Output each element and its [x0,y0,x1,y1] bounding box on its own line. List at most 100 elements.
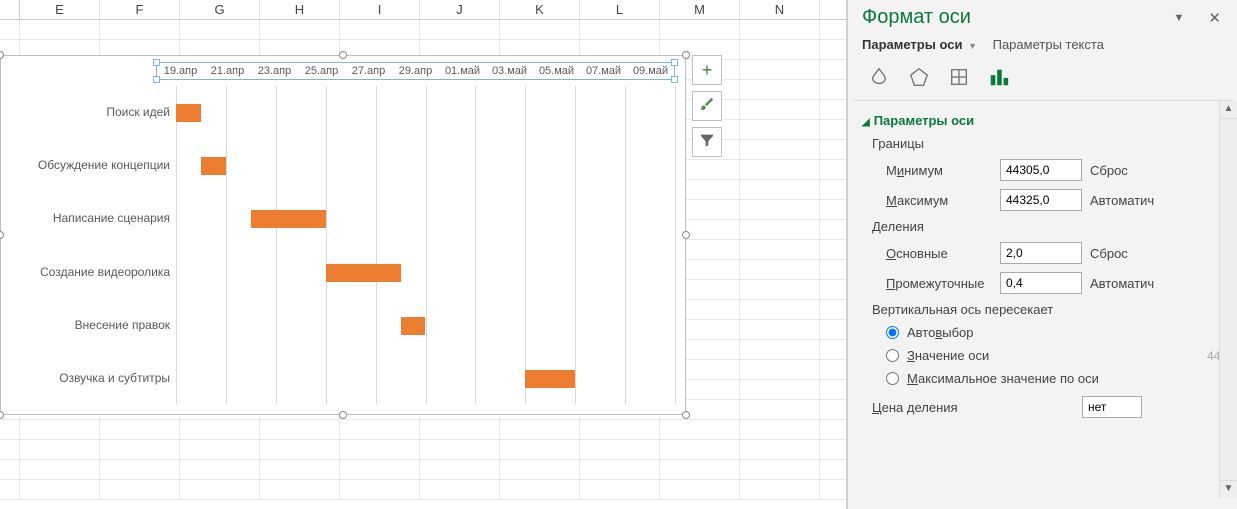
chart-object[interactable]: 19.апр 21.апр 23.апр 25.апр 27.апр 29.ап… [0,55,686,415]
resize-handle[interactable] [339,411,347,419]
chart-bar[interactable] [176,104,201,122]
col-header[interactable]: F [100,0,180,19]
col-header[interactable]: E [20,0,100,19]
col-header[interactable]: J [420,0,500,19]
x-tick-label: 29.апр [392,63,439,79]
chart-filters-button[interactable] [692,127,722,157]
chart-bar[interactable] [401,317,426,335]
radio-cross-auto[interactable] [886,326,899,339]
y-category-label: Озвучка и субтитры [0,371,170,385]
chart-gridline [675,86,676,404]
y-category-label: Написание сценария [0,211,170,225]
spreadsheet-area: ◄ ► E F G H I J K L M N [0,0,847,509]
radio-cross-max[interactable] [886,372,899,385]
input-maximum[interactable] [1000,189,1082,211]
section-axis-options[interactable]: ◢Параметры оси [862,109,1231,132]
axis-sel-handle[interactable] [153,76,160,83]
chart-gridline [276,86,277,404]
chevron-down-icon: ▼ [968,41,977,51]
x-tick-label: 21.апр [204,63,251,79]
radio-cross-value[interactable] [886,349,899,362]
chart-gridline [625,86,626,404]
panel-scrollbar[interactable]: ▲ ▼ [1219,101,1237,498]
column-headers: E F G H I J K L M N [0,0,846,20]
close-icon[interactable]: ✕ [1204,9,1225,27]
label-cross-value: Значение оси [907,348,989,363]
format-axis-panel: Формат оси ▼ ✕ Параметры оси ▼ Параметры… [847,0,1237,509]
tab-text-options[interactable]: Параметры текста [993,37,1104,52]
x-tick-label: 27.апр [345,63,392,79]
group-cross: Вертикальная ось пересекает [862,298,1231,321]
label-cross-max: Максимальное значение по оси [907,371,1099,386]
chart-gridline [326,86,327,404]
y-category-label: Создание видеоролика [0,265,170,279]
effects-icon[interactable] [906,64,932,90]
label-minimum: Минимум [886,163,1000,178]
chart-gridline [426,86,427,404]
x-tick-label: 09.май [627,63,674,79]
axis-sel-handle[interactable] [153,59,160,66]
axis-options-icon[interactable] [986,64,1012,90]
y-category-label: Поиск идей [0,105,170,119]
chart-gridline [176,86,177,404]
state-major[interactable]: Сброс [1090,246,1128,261]
label-cross-auto: Автовыбор [907,325,974,340]
col-header[interactable]: N [740,0,820,19]
x-tick-label: 03.май [486,63,533,79]
input-display-units[interactable] [1082,396,1142,418]
panel-options-dropdown[interactable]: ▼ [1170,12,1189,24]
col-header[interactable]: M [660,0,740,19]
group-units: Деления [862,215,1231,238]
x-tick-label: 25.апр [298,63,345,79]
input-minor[interactable] [1000,272,1082,294]
brush-icon [699,96,715,117]
chart-gridline [226,86,227,404]
resize-handle[interactable] [0,51,4,59]
group-bounds: Границы [862,132,1231,155]
panel-title: Формат оси [862,6,971,29]
state-minimum[interactable]: Сброс [1090,163,1128,178]
chart-bar[interactable] [201,157,226,175]
size-properties-icon[interactable] [946,64,972,90]
axis-sel-handle[interactable] [671,76,678,83]
x-tick-label: 23.апр [251,63,298,79]
label-minor: Промежуточные [886,276,1000,291]
col-header[interactable]: K [500,0,580,19]
chart-plot-area[interactable]: Поиск идейОбсуждение концепцииНаписание … [1,86,673,404]
fill-line-icon[interactable] [866,64,892,90]
y-category-label: Внесение правок [0,318,170,332]
chart-gridline [475,86,476,404]
scroll-down-icon[interactable]: ▼ [1220,480,1237,498]
chart-bar[interactable] [326,264,401,282]
col-header[interactable]: G [180,0,260,19]
chart-gridline [525,86,526,404]
scroll-up-icon[interactable]: ▲ [1220,101,1237,119]
col-header[interactable]: L [580,0,660,19]
axis-sel-handle[interactable] [671,59,678,66]
x-tick-label: 05.май [533,63,580,79]
chart-bar[interactable] [525,370,575,388]
input-minimum[interactable] [1000,159,1082,181]
state-maximum: Автоматич [1090,193,1154,208]
tab-axis-options[interactable]: Параметры оси ▼ [862,37,977,52]
chart-styles-button[interactable] [692,91,722,121]
resize-handle[interactable] [339,51,347,59]
chart-bar[interactable] [251,210,326,228]
filter-icon [699,132,715,153]
x-tick-label: 07.май [580,63,627,79]
x-tick-label: 01.май [439,63,486,79]
chart-gridline [575,86,576,404]
resize-handle[interactable] [682,51,690,59]
chart-x-axis[interactable]: 19.апр 21.апр 23.апр 25.апр 27.апр 29.ап… [156,62,675,80]
label-display-units: Цена деления [872,400,1082,415]
resize-handle[interactable] [682,231,690,239]
col-header[interactable]: I [340,0,420,19]
col-header[interactable]: H [260,0,340,19]
plus-icon: + [702,60,713,81]
label-major: Основные [886,246,1000,261]
chart-gridline [376,86,377,404]
chart-elements-button[interactable]: + [692,55,722,85]
resize-handle[interactable] [682,411,690,419]
input-major[interactable] [1000,242,1082,264]
state-minor: Автоматич [1090,276,1154,291]
